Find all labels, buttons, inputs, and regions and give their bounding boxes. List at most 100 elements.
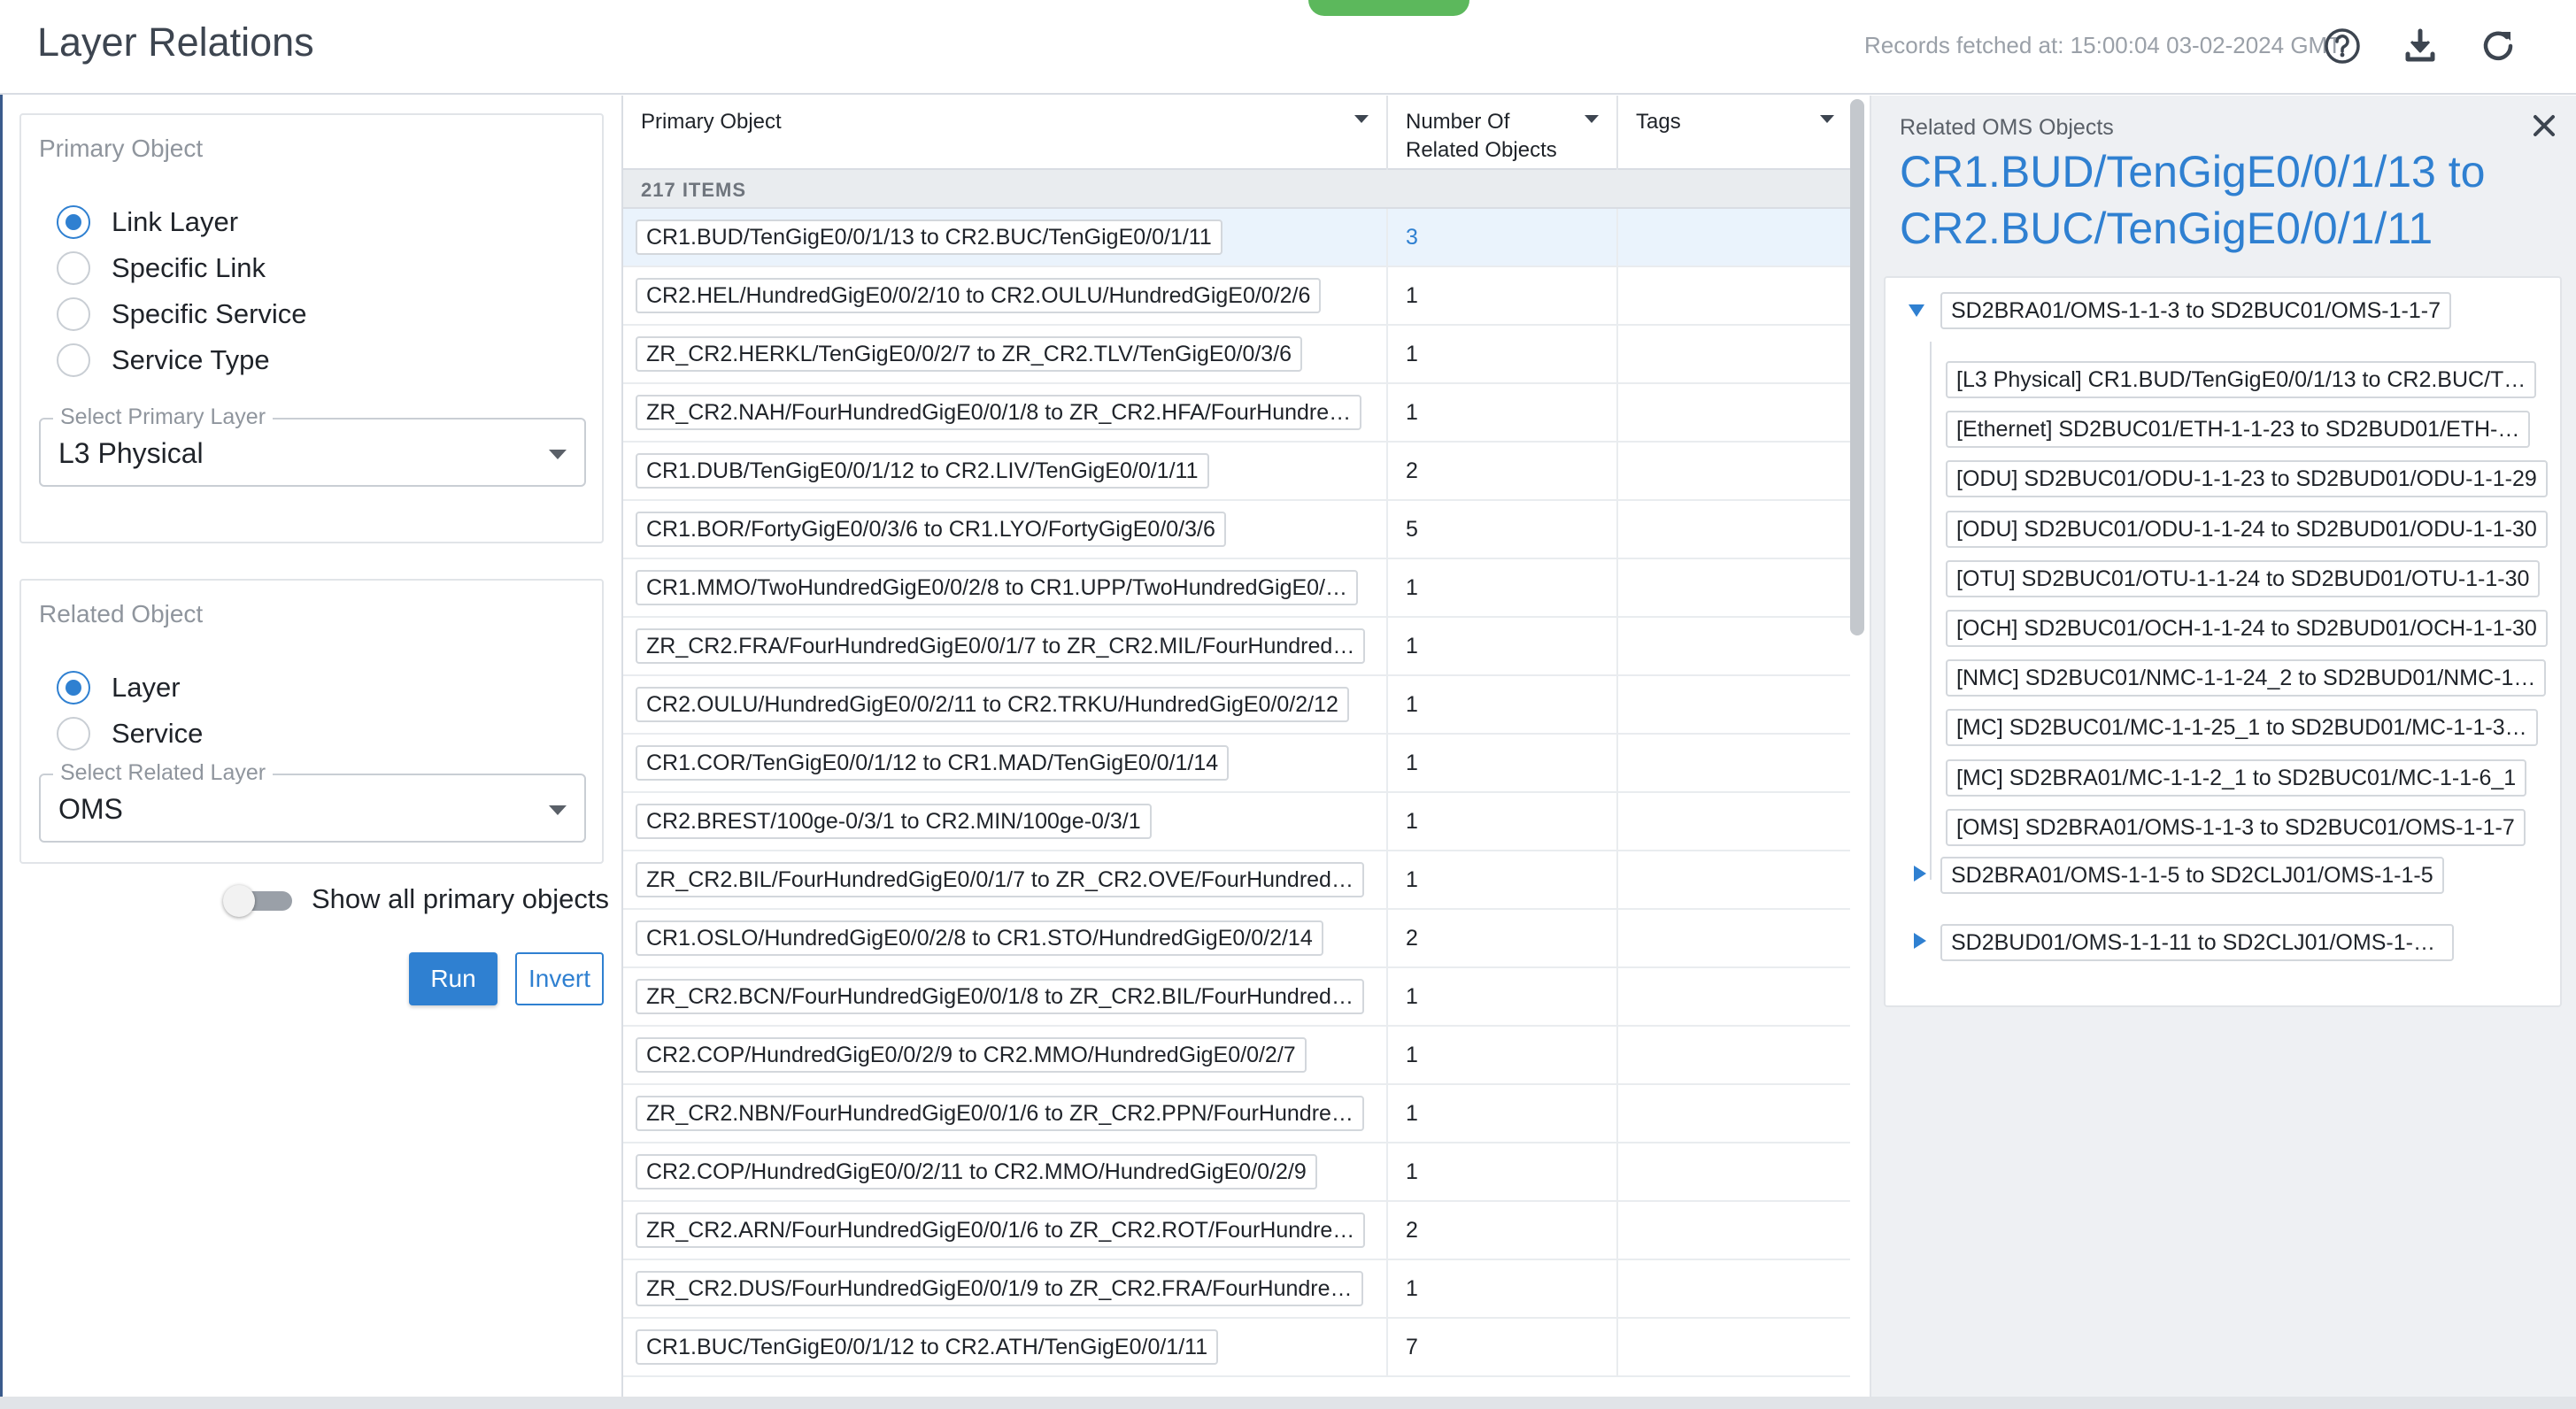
related-count: 1 [1406,342,1418,366]
primary-object-chip[interactable]: CR2.OULU/HundredGigE0/0/2/11 to CR2.TRKU… [636,687,1349,722]
bottom-scrollbar-area [0,1397,2576,1409]
primary-object-chip[interactable]: CR1.BUC/TenGigE0/0/1/12 to CR2.ATH/TenGi… [636,1329,1219,1365]
table-row[interactable]: ZR_CR2.BCN/FourHundredGigE0/0/1/8 to ZR_… [623,968,1850,1027]
radio-specific-link[interactable]: Specific Link [57,251,266,285]
table-row[interactable]: CR1.DUB/TenGigE0/0/1/12 to CR2.LIV/TenGi… [623,443,1850,501]
primary-layer-select[interactable]: Select Primary Layer L3 Physical [39,404,586,487]
primary-object-chip[interactable]: CR2.COP/HundredGigE0/0/2/11 to CR2.MMO/H… [636,1154,1317,1190]
table-row[interactable]: ZR_CR2.DUS/FourHundredGigE0/0/1/9 to ZR_… [623,1260,1850,1319]
related-count[interactable]: 3 [1406,225,1418,250]
primary-object-chip[interactable]: CR2.HEL/HundredGigE0/0/2/10 to CR2.OULU/… [636,278,1322,313]
tree-child-node[interactable]: [MC] SD2BUC01/MC-1-1-25_1 to SD2BUD01/MC… [1946,709,2538,747]
sort-caret-icon[interactable] [1354,115,1369,123]
close-icon[interactable] [2526,108,2562,143]
radio-label: Specific Service [112,298,307,329]
primary-object-chip[interactable]: ZR_CR2.BIL/FourHundredGigE0/0/1/7 to ZR_… [636,862,1364,897]
items-count: 217 ITEMS [641,179,747,201]
sort-caret-icon[interactable] [1585,115,1599,123]
primary-object-chip[interactable]: CR1.BUD/TenGigE0/0/1/13 to CR2.BUC/TenGi… [636,219,1222,255]
table-scrollbar[interactable] [1850,99,1864,635]
table-row[interactable]: CR1.OSLO/HundredGigE0/0/2/8 to CR1.STO/H… [623,910,1850,968]
column-divider [1386,793,1388,851]
table-row[interactable]: CR2.BREST/100ge-0/3/1 to CR2.MIN/100ge-0… [623,793,1850,851]
run-button[interactable]: Run [409,952,497,1005]
column-header-related-count[interactable]: Number Of Related Objects [1388,96,1618,170]
column-divider [1386,851,1388,910]
table-row[interactable]: ZR_CR2.BIL/FourHundredGigE0/0/1/7 to ZR_… [623,851,1850,910]
radio-button[interactable] [57,297,90,331]
show-all-primary-toggle[interactable] [223,885,294,917]
download-icon[interactable] [2395,21,2445,71]
tree-child-node[interactable]: [ODU] SD2BUC01/ODU-1-1-23 to SD2BUD01/OD… [1946,460,2548,498]
radio-layer[interactable]: Layer [57,671,181,704]
select-primary-layer-label: Select Primary Layer [53,404,274,430]
tree-child-node[interactable]: [NMC] SD2BUC01/NMC-1-1-24_2 to SD2BUD01/… [1946,659,2547,697]
caret-right-icon[interactable] [1914,866,1926,882]
primary-object-chip[interactable]: ZR_CR2.ARN/FourHundredGigE0/0/1/6 to ZR_… [636,1213,1366,1248]
table-row[interactable]: CR1.COR/TenGigE0/0/1/12 to CR1.MAD/TenGi… [623,735,1850,793]
table-row[interactable]: CR2.OULU/HundredGigE0/0/2/11 to CR2.TRKU… [623,676,1850,735]
radio-link-layer[interactable]: Link Layer [57,205,238,239]
tree-child-node[interactable]: [OTU] SD2BUC01/OTU-1-1-24 to SD2BUD01/OT… [1946,559,2541,597]
sort-caret-icon[interactable] [1820,115,1834,123]
table-row[interactable]: ZR_CR2.ARN/FourHundredGigE0/0/1/6 to ZR_… [623,1202,1850,1260]
table-row[interactable]: CR1.BUC/TenGigE0/0/1/12 to CR2.ATH/TenGi… [623,1319,1850,1377]
related-layer-select[interactable]: Select Related Layer OMS [39,760,586,843]
primary-object-chip[interactable]: ZR_CR2.NAH/FourHundredGigE0/0/1/8 to ZR_… [636,395,1362,430]
invert-button[interactable]: Invert [515,952,604,1005]
radio-button[interactable] [57,671,90,704]
select-value: OMS [58,793,123,825]
radio-button[interactable] [57,251,90,285]
table-row[interactable]: CR2.COP/HundredGigE0/0/2/9 to CR2.MMO/Hu… [623,1027,1850,1085]
column-divider [1386,968,1388,1027]
radio-button[interactable] [57,205,90,239]
table-row[interactable]: CR1.MMO/TwoHundredGigE0/0/2/8 to CR1.UPP… [623,559,1850,618]
tree-node[interactable]: SD2BUD01/OMS-1-1-11 to SD2CLJ01/OMS-1-1-… [1940,924,2454,961]
related-count: 1 [1406,692,1418,717]
tree-node[interactable]: SD2BRA01/OMS-1-1-5 to SD2CLJ01/OMS-1-1-5 [1940,857,2444,894]
radio-service[interactable]: Service [57,717,203,751]
table-row[interactable]: CR2.HEL/HundredGigE0/0/2/10 to CR2.OULU/… [623,267,1850,326]
tree-child-node[interactable]: [OMS] SD2BRA01/OMS-1-1-3 to SD2BUC01/OMS… [1946,808,2526,846]
tree-child-node[interactable]: [MC] SD2BRA01/MC-1-1-2_1 to SD2BUC01/MC-… [1946,758,2527,797]
radio-service-type[interactable]: Service Type [57,343,270,377]
primary-object-chip[interactable]: ZR_CR2.NBN/FourHundredGigE0/0/1/6 to ZR_… [636,1096,1364,1131]
primary-object-chip[interactable]: CR2.BREST/100ge-0/3/1 to CR2.MIN/100ge-0… [636,804,1152,839]
tree-node[interactable]: SD2BRA01/OMS-1-1-3 to SD2BUC01/OMS-1-1-7 [1940,292,2451,329]
table-row[interactable]: ZR_CR2.NBN/FourHundredGigE0/0/1/6 to ZR_… [623,1085,1850,1143]
related-count: 1 [1406,984,1418,1009]
primary-object-chip[interactable]: ZR_CR2.DUS/FourHundredGigE0/0/1/9 to ZR_… [636,1271,1363,1306]
radio-button[interactable] [57,717,90,751]
tree-child-node[interactable]: [ODU] SD2BUC01/ODU-1-1-24 to SD2BUD01/OD… [1946,510,2548,548]
primary-object-chip[interactable]: ZR_CR2.BCN/FourHundredGigE0/0/1/8 to ZR_… [636,979,1364,1014]
primary-object-chip[interactable]: CR1.BOR/FortyGigE0/0/3/6 to CR1.LYO/Fort… [636,512,1226,547]
primary-object-chip[interactable]: ZR_CR2.HERKL/TenGigE0/0/2/7 to ZR_CR2.TL… [636,336,1303,372]
column-header-tags[interactable]: Tags [1618,96,1850,170]
caret-right-icon[interactable] [1914,933,1926,949]
table-row[interactable]: CR1.BOR/FortyGigE0/0/3/6 to CR1.LYO/Fort… [623,501,1850,559]
primary-object-chip[interactable]: CR2.COP/HundredGigE0/0/2/9 to CR2.MMO/Hu… [636,1037,1307,1073]
radio-button[interactable] [57,343,90,377]
table-row[interactable]: ZR_CR2.FRA/FourHundredGigE0/0/1/7 to ZR_… [623,618,1850,676]
table-row[interactable]: CR2.COP/HundredGigE0/0/2/11 to CR2.MMO/H… [623,1143,1850,1202]
refresh-icon[interactable] [2473,21,2523,71]
tree-child-node[interactable]: [L3 Physical] CR1.BUD/TenGigE0/0/1/13 to… [1946,361,2537,398]
tree-child-node[interactable]: [Ethernet] SD2BUC01/ETH-1-1-23 to SD2BUD… [1946,411,2531,449]
primary-object-chip[interactable]: CR1.COR/TenGigE0/0/1/12 to CR1.MAD/TenGi… [636,745,1230,781]
column-divider [1386,209,1388,267]
radio-specific-service[interactable]: Specific Service [57,297,307,331]
tree-child-node[interactable]: [OCH] SD2BUC01/OCH-1-1-24 to SD2BUD01/OC… [1946,610,2548,647]
help-icon[interactable] [2318,21,2367,71]
primary-object-chip[interactable]: CR1.OSLO/HundredGigE0/0/2/8 to CR1.STO/H… [636,920,1323,956]
details-kicker: Related OMS Objects [1900,115,2114,140]
table-row[interactable]: CR1.BUD/TenGigE0/0/1/13 to CR2.BUC/TenGi… [623,209,1850,267]
table-row[interactable]: ZR_CR2.HERKL/TenGigE0/0/2/7 to ZR_CR2.TL… [623,326,1850,384]
primary-object-chip[interactable]: CR1.DUB/TenGigE0/0/1/12 to CR2.LIV/TenGi… [636,453,1209,489]
caret-down-icon[interactable] [1909,304,1924,317]
primary-object-chip[interactable]: CR1.MMO/TwoHundredGigE0/0/2/8 to CR1.UPP… [636,570,1359,605]
column-header-primary-object[interactable]: Primary Object [623,96,1388,170]
table-row[interactable]: ZR_CR2.NAH/FourHundredGigE0/0/1/8 to ZR_… [623,384,1850,443]
column-divider [1616,618,1618,676]
toggle-knob[interactable] [223,885,255,917]
primary-object-chip[interactable]: ZR_CR2.FRA/FourHundredGigE0/0/1/7 to ZR_… [636,628,1366,664]
